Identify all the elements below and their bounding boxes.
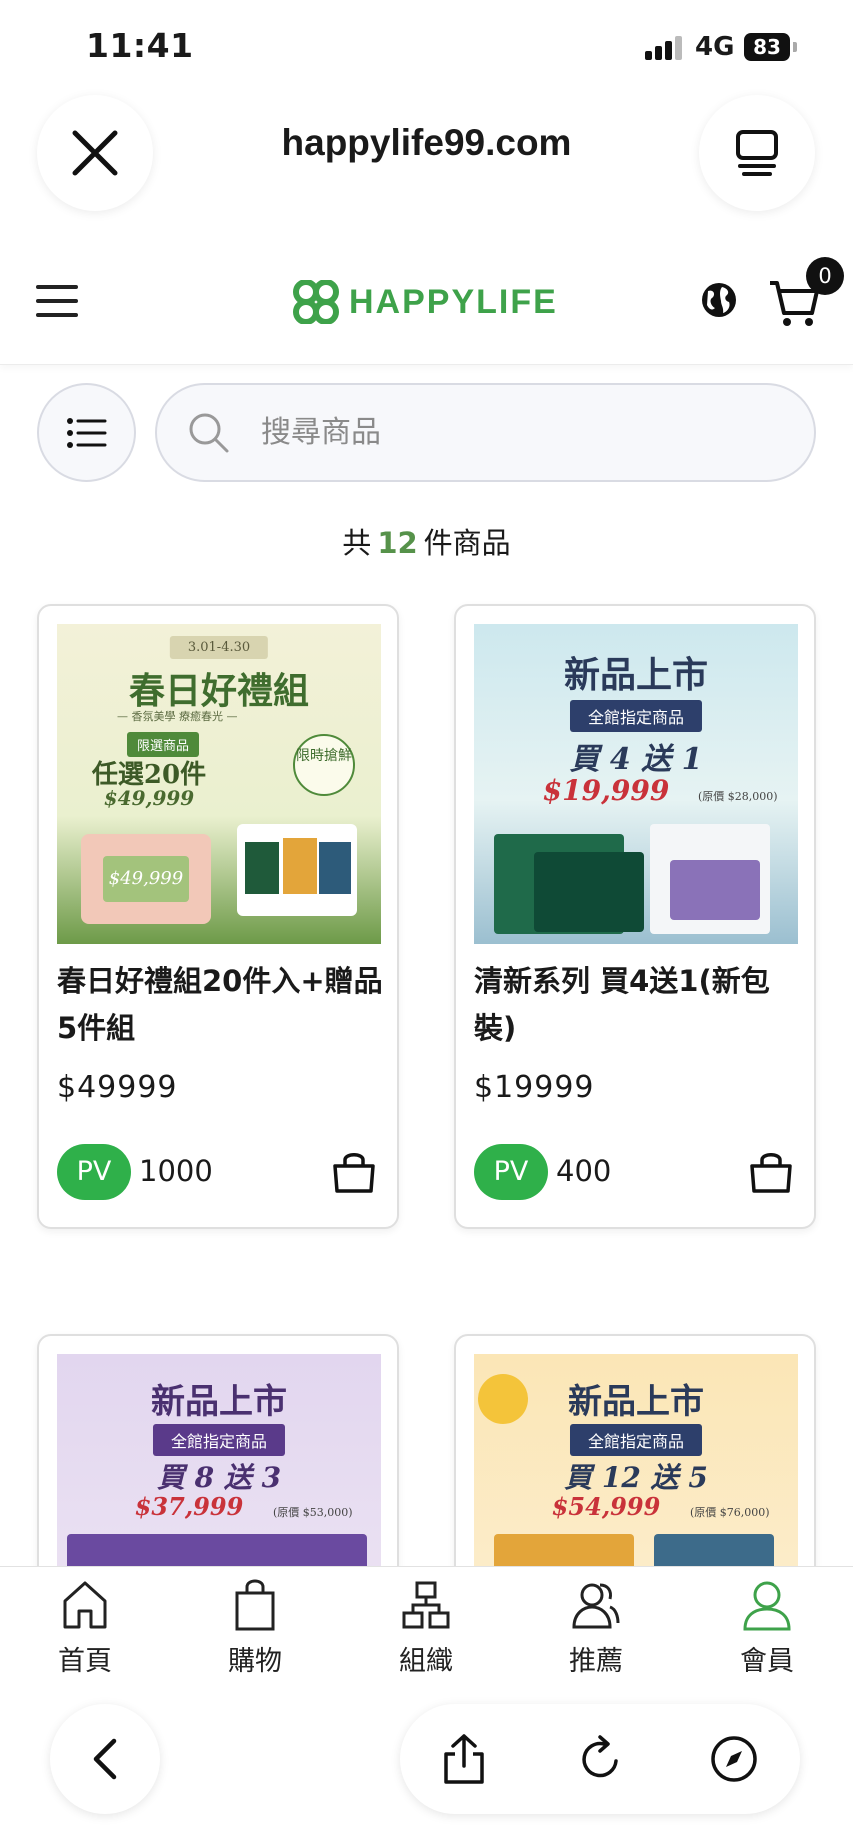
poster-dates: 3.01-4.30	[169, 636, 269, 659]
product-packs	[237, 824, 357, 916]
signal-icon	[645, 36, 685, 60]
battery-tip	[793, 42, 797, 52]
nav-label: 會員	[740, 1646, 794, 1677]
share-button[interactable]	[436, 1731, 492, 1787]
product-count: 共 12 件商品	[0, 520, 853, 562]
compass-icon	[711, 1736, 757, 1782]
pv-badge: PV	[57, 1144, 131, 1200]
poster-note: (原價 $53,000)	[273, 1506, 353, 1519]
category-list-button[interactable]	[37, 383, 136, 482]
poster-title: 春日好禮組	[128, 670, 309, 712]
tabs-button[interactable]	[699, 95, 815, 211]
poster-note: (原價 $28,000)	[698, 790, 778, 803]
product-card[interactable]: 3.01-4.30 春日好禮組 — 香氛美學 療癒春光 — 限選商品 任選20件…	[37, 604, 399, 1229]
pv-value: 400	[556, 1154, 612, 1188]
poster-subtitle: — 香氛美學 療癒春光 —	[117, 710, 238, 723]
status-bar: 11:41 4G 83	[0, 0, 853, 95]
poster-deal: 買 4 送 1	[569, 742, 703, 777]
nav-label: 推薦	[569, 1646, 623, 1677]
product-name[interactable]: 清新系列 買4送1(新包裝)	[474, 958, 804, 1052]
search-icon	[189, 413, 229, 453]
add-to-cart-button[interactable]	[748, 1148, 794, 1198]
browser-actions	[400, 1704, 800, 1814]
compass-button[interactable]	[706, 1731, 762, 1787]
product-name[interactable]: 春日好禮組20件入+贈品5件組	[57, 958, 387, 1052]
cart-count-badge: 0	[806, 257, 844, 295]
poster-deal: 買 12 送 5	[564, 1461, 708, 1494]
chevron-left-icon	[93, 1738, 117, 1780]
product-price: $19999	[474, 1070, 595, 1105]
language-button[interactable]	[700, 281, 738, 323]
poster-title: 新品上市	[568, 1382, 704, 1422]
logo-text: HAPPYLIFE	[349, 282, 558, 321]
search-input[interactable]	[261, 407, 761, 457]
pv-badge: PV	[474, 1144, 548, 1200]
network-type: 4G	[695, 32, 735, 62]
back-button[interactable]	[50, 1704, 160, 1814]
nav-referral[interactable]: 推薦	[536, 1577, 656, 1678]
tabs-icon	[736, 130, 778, 176]
shopping-bag-icon	[750, 1153, 792, 1193]
poster-title: 新品上市	[563, 654, 708, 696]
gift-box: $49,999	[81, 834, 211, 924]
site-header: HAPPYLIFE 0	[0, 255, 853, 365]
globe-icon	[702, 283, 736, 317]
nav-home[interactable]: 首頁	[25, 1577, 145, 1678]
member-icon	[743, 1581, 791, 1631]
poster-title: 新品上市	[151, 1382, 287, 1422]
shopping-bag-icon	[235, 1579, 275, 1631]
battery-icon: 83	[744, 33, 790, 61]
product-image[interactable]: 3.01-4.30 春日好禮組 — 香氛美學 療癒春光 — 限選商品 任選20件…	[57, 624, 381, 944]
list-icon	[66, 417, 106, 448]
poster-ribbon: 全館指定商品	[569, 1424, 703, 1456]
poster-tag: 限時搶鮮	[293, 734, 355, 796]
poster-ribbon: 全館指定商品	[569, 700, 703, 732]
count-prefix: 共	[342, 526, 372, 560]
pv-value: 1000	[139, 1154, 213, 1188]
poster-ribbon: 全館指定商品	[152, 1424, 286, 1456]
home-icon	[63, 1581, 107, 1629]
product-image[interactable]: 新品上市 全館指定商品 買 4 送 1 $19,999 (原價 $28,000)	[474, 624, 798, 944]
reload-button[interactable]	[572, 1731, 628, 1787]
poster-note: (原價 $76,000)	[690, 1506, 770, 1519]
count-suffix: 件商品	[423, 526, 511, 560]
referral-icon	[572, 1583, 620, 1629]
nav-label: 首頁	[58, 1646, 112, 1677]
share-icon	[444, 1734, 484, 1784]
nav-organization[interactable]: 組織	[366, 1577, 486, 1678]
shopping-bag-icon	[333, 1153, 375, 1193]
search-bar[interactable]	[155, 383, 816, 482]
poster-price: $49,999	[103, 786, 195, 810]
nav-label: 購物	[228, 1646, 282, 1677]
reload-icon	[582, 1735, 618, 1778]
poster-deal: 買 8 送 3	[156, 1461, 282, 1494]
happylife-logo[interactable]: HAPPYLIFE	[293, 277, 558, 327]
add-to-cart-button[interactable]	[331, 1148, 377, 1198]
clover-logo-icon	[293, 280, 339, 324]
browser-toolbar	[0, 1678, 853, 1844]
nav-label: 組織	[399, 1646, 453, 1677]
nav-member[interactable]: 會員	[707, 1577, 827, 1678]
organization-icon	[402, 1581, 450, 1629]
product-card[interactable]: 新品上市 全館指定商品 買 4 送 1 $19,999 (原價 $28,000)…	[454, 604, 816, 1229]
product-price: $49999	[57, 1070, 178, 1105]
count-number: 12	[377, 526, 418, 560]
bottom-nav: 首頁 購物 組織 推薦 會員	[0, 1566, 853, 1678]
status-time: 11:41	[86, 26, 194, 65]
menu-icon[interactable]	[36, 285, 78, 319]
nav-shopping[interactable]: 購物	[195, 1577, 315, 1678]
